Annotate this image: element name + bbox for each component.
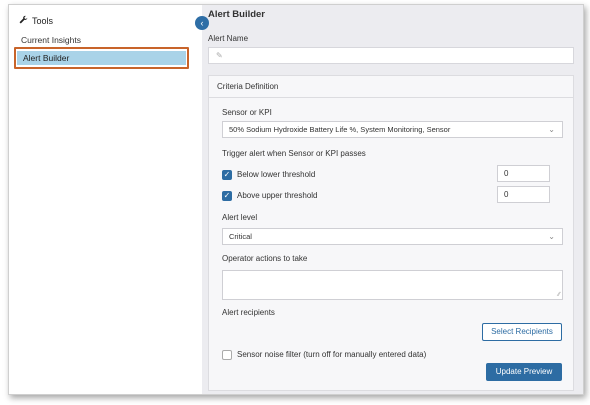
update-preview-button[interactable]: Update Preview: [486, 363, 562, 381]
below-threshold-checkbox[interactable]: ✓: [222, 170, 232, 180]
tools-header: Tools: [19, 15, 53, 26]
above-threshold-checkbox[interactable]: ✓: [222, 191, 232, 201]
sidebar-item-current-insights[interactable]: Current Insights: [21, 35, 81, 45]
app-window: Tools Current Insights Alert Builder ‹ A…: [8, 4, 584, 395]
noise-filter-checkbox[interactable]: [222, 350, 232, 360]
noise-filter-label: Sensor noise filter (turn off for manual…: [237, 350, 427, 359]
select-recipients-button[interactable]: Select Recipients: [482, 323, 562, 341]
chevron-down-icon: ⌄: [548, 232, 555, 241]
chevron-left-icon: ‹: [200, 18, 204, 28]
alert-name-label: Alert Name: [208, 34, 249, 43]
sensor-select[interactable]: 50% Sodium Hydroxide Battery Life %, Sys…: [222, 121, 563, 138]
lower-threshold-input[interactable]: 0: [497, 165, 550, 182]
sidebar-item-alert-builder[interactable]: Alert Builder: [14, 47, 189, 69]
alert-level-select[interactable]: Critical ⌄: [222, 228, 563, 245]
collapse-sidebar-button[interactable]: ‹: [195, 16, 209, 30]
sensor-label: Sensor or KPI: [222, 108, 272, 117]
upper-threshold-input[interactable]: 0: [497, 186, 550, 203]
criteria-header: Criteria Definition: [209, 76, 573, 98]
sidebar-item-label: Alert Builder: [17, 51, 186, 65]
resize-grip-icon[interactable]: ∕∕: [558, 292, 560, 298]
tools-label: Tools: [32, 15, 54, 26]
sidebar: Tools Current Insights Alert Builder: [9, 5, 202, 394]
chevron-down-icon: ⌄: [548, 125, 555, 134]
operator-actions-label: Operator actions to take: [222, 254, 308, 263]
alert-name-input[interactable]: ✎: [208, 47, 574, 64]
alert-recipients-label: Alert recipients: [222, 308, 275, 317]
main-panel: Alert Builder Alert Name ✎ Criteria Defi…: [202, 5, 583, 394]
pencil-icon: ✎: [216, 51, 223, 60]
operator-actions-textarea[interactable]: ∕∕: [222, 270, 563, 300]
above-threshold-label: Above upper threshold: [237, 191, 318, 200]
criteria-card: Criteria Definition Sensor or KPI 50% So…: [208, 75, 574, 391]
wrench-icon: [19, 15, 28, 26]
trigger-label: Trigger alert when Sensor or KPI passes: [222, 149, 366, 158]
page-title: Alert Builder: [208, 9, 266, 20]
alert-level-label: Alert level: [222, 213, 258, 222]
below-threshold-label: Below lower threshold: [237, 170, 316, 179]
